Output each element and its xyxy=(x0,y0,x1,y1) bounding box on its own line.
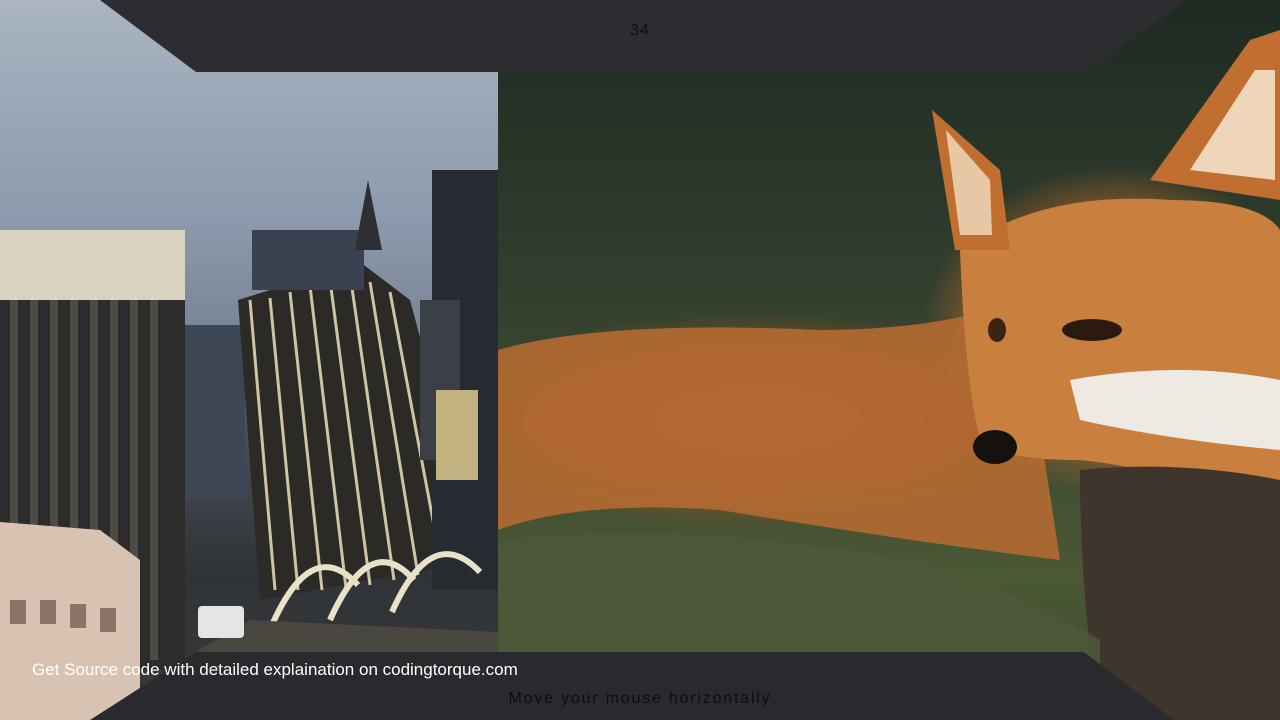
perspective-gallery[interactable]: 34 Get Source code with detailed explain… xyxy=(0,0,1280,720)
left-wall-city-photo xyxy=(0,0,498,720)
source-code-credit-link[interactable]: Get Source code with detailed explainati… xyxy=(32,660,518,680)
mouse-instruction-text: Move your mouse horizontally xyxy=(508,690,772,707)
fox-image xyxy=(498,30,1280,720)
page-number: 34 xyxy=(630,22,650,39)
right-wall-fox-photo xyxy=(498,0,1280,720)
